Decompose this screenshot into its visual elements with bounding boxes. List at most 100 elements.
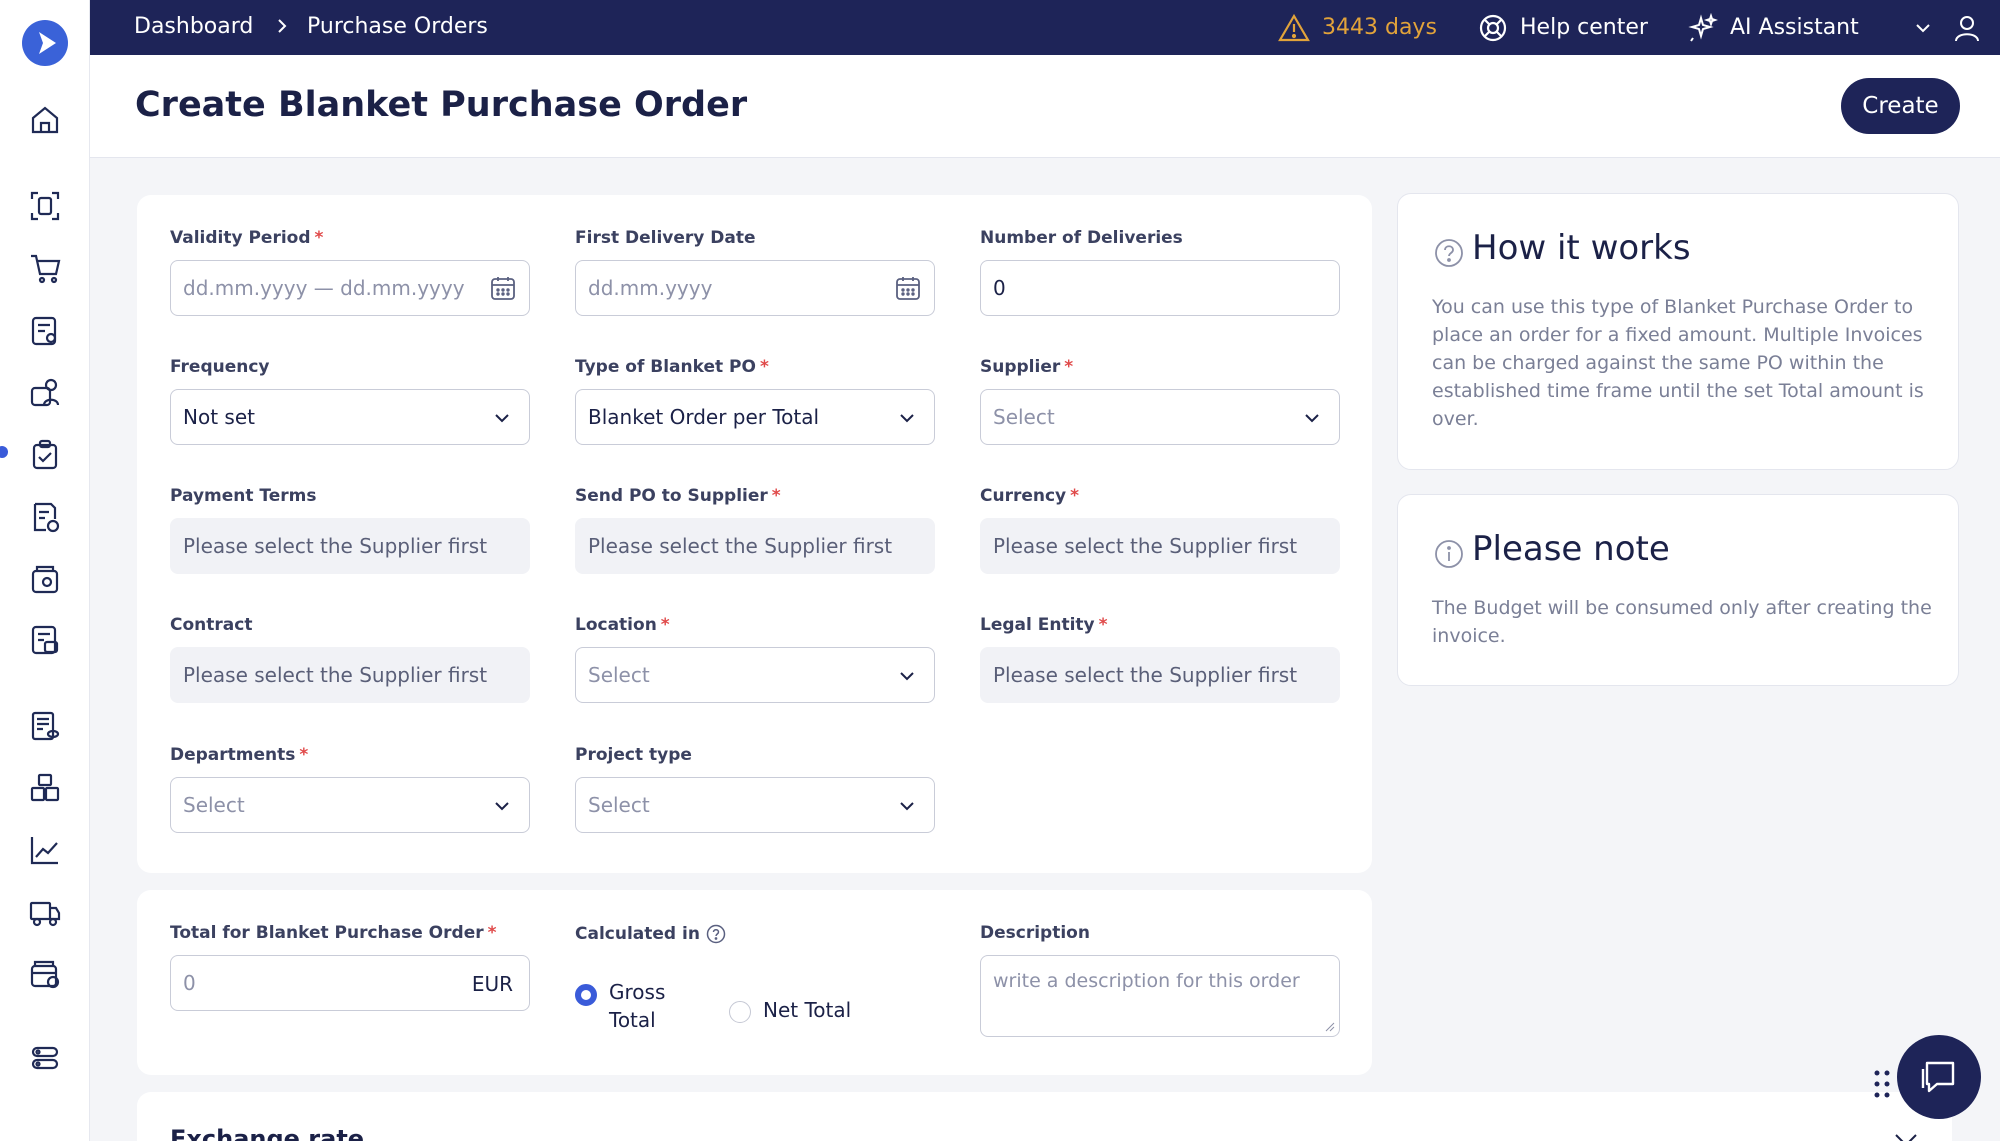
chevron-down-icon	[900, 672, 914, 681]
required-mark: *	[487, 923, 497, 943]
payments-icon[interactable]	[27, 622, 63, 658]
required-mark: *	[771, 486, 781, 506]
contract-input: Please select the Supplier first	[170, 647, 530, 703]
currency-code: EUR	[471, 972, 513, 996]
contract-label: Contract	[170, 615, 253, 635]
please-note-body: The Budget will be consumed only after c…	[1432, 597, 1932, 647]
location-select[interactable]: Select	[575, 647, 935, 703]
drag-handle-icon[interactable]	[1873, 1069, 1891, 1103]
user-menu[interactable]	[1914, 0, 1994, 55]
trial-warning[interactable]: 3443 days	[1278, 0, 1437, 55]
description-label: Description	[980, 923, 1090, 943]
exchange-rate-title: Exchange rate	[170, 1125, 365, 1141]
currency-value: Please select the Supplier first	[993, 534, 1298, 558]
send-po-label: Send PO to Supplier	[575, 486, 768, 506]
calculated-in-field: Calculated in Gross Total Net Total	[575, 923, 935, 1032]
currency-input: Please select the Supplier first	[980, 518, 1340, 574]
required-mark: *	[1098, 615, 1108, 635]
first-delivery-input[interactable]: dd.mm.yyyy	[575, 260, 935, 316]
send-po-input: Please select the Supplier first	[575, 518, 935, 574]
sidebar	[0, 0, 90, 1141]
archive-icon[interactable]	[27, 956, 63, 992]
breadcrumb-dashboard[interactable]: Dashboard	[134, 14, 253, 39]
chevron-down-icon	[1305, 414, 1319, 423]
sparkle-icon	[1688, 12, 1718, 42]
required-mark: *	[1070, 486, 1080, 506]
payment-terms-label: Payment Terms	[170, 486, 317, 506]
chevron-down-icon	[900, 802, 914, 811]
project-type-label: Project type	[575, 745, 692, 765]
help-circle-icon	[1435, 239, 1463, 267]
chat-button[interactable]	[1897, 1035, 1981, 1119]
project-type-select[interactable]: Select	[575, 777, 935, 833]
supplier-value: Select	[993, 405, 1055, 429]
legal-entity-label: Legal Entity	[980, 615, 1095, 635]
team-icon[interactable]	[27, 374, 63, 410]
analytics-icon[interactable]	[27, 832, 63, 868]
required-mark: *	[660, 615, 670, 635]
ledger-icon[interactable]	[27, 708, 63, 744]
required-mark: *	[759, 357, 769, 377]
requests-icon[interactable]	[27, 313, 63, 349]
days-left: 3443 days	[1322, 15, 1437, 40]
contract-field: Contract Please select the Supplier firs…	[170, 615, 530, 703]
calendar-icon	[491, 277, 515, 300]
required-mark: *	[299, 745, 309, 765]
blanket-type-select[interactable]: Blanket Order per Total	[575, 389, 935, 445]
legal-entity-value: Please select the Supplier first	[993, 663, 1298, 687]
blanket-type-field: Type of Blanket PO * Blanket Order per To…	[575, 357, 935, 445]
chevron-down-icon	[495, 414, 509, 423]
blanket-type-label: Type of Blanket PO	[575, 357, 756, 377]
help-circle-icon	[706, 924, 726, 944]
home-icon[interactable]	[27, 102, 63, 138]
description-placeholder: write a description for this order	[993, 970, 1300, 992]
help-center-link[interactable]: Help center	[1478, 0, 1648, 55]
chevron-right-icon	[272, 16, 292, 36]
net-total-radio[interactable]	[729, 1001, 751, 1023]
description-textarea[interactable]: write a description for this order	[980, 955, 1340, 1037]
totals-section: Total for Blanket Purchase Order * 0 EUR …	[137, 890, 1372, 1075]
app-logo[interactable]	[22, 20, 68, 66]
gross-total-radio[interactable]	[575, 984, 597, 1006]
warning-icon	[1278, 13, 1310, 41]
breadcrumb-current: Purchase Orders	[307, 14, 488, 39]
departments-select[interactable]: Select	[170, 777, 530, 833]
chevron-down-icon	[1916, 23, 1930, 32]
order-form: Validity Period * dd.mm.yyyy — dd.mm.yyyy…	[137, 195, 1372, 873]
total-value: 0	[183, 971, 196, 995]
contract-value: Please select the Supplier first	[183, 663, 488, 687]
settings-icon[interactable]	[27, 1040, 63, 1076]
supplier-label: Supplier	[980, 357, 1061, 377]
scan-icon[interactable]	[27, 188, 63, 224]
create-button[interactable]: Create	[1841, 78, 1960, 134]
validity-period-field: Validity Period * dd.mm.yyyy — dd.mm.yyyy	[170, 228, 530, 316]
exchange-rate-section[interactable]: Exchange rate	[137, 1092, 1952, 1141]
payment-terms-field: Payment Terms Please select the Supplier…	[170, 486, 530, 574]
ai-assistant-label: AI Assistant	[1730, 15, 1859, 40]
frequency-select[interactable]: Not set	[170, 389, 530, 445]
currency-field: Currency * Please select the Supplier fir…	[980, 486, 1340, 574]
project-type-value: Select	[588, 793, 650, 817]
total-input[interactable]: 0 EUR	[170, 955, 530, 1011]
supplier-select[interactable]: Select	[980, 389, 1340, 445]
chevron-down-icon	[1895, 1134, 1917, 1141]
help-center-label: Help center	[1520, 15, 1648, 40]
orders-icon[interactable]	[27, 437, 63, 473]
chat-icon	[1921, 1061, 1955, 1093]
invoice-icon[interactable]	[27, 499, 63, 535]
number-of-deliveries-input[interactable]: 0	[980, 260, 1340, 316]
payment-terms-value: Please select the Supplier first	[183, 534, 488, 558]
ai-assistant-button[interactable]: AI Assistant	[1688, 0, 1859, 55]
cart-icon[interactable]	[27, 250, 63, 286]
how-it-works-body: You can use this type of Blanket Purchas…	[1432, 296, 1924, 430]
wallet-icon[interactable]	[27, 561, 63, 597]
location-value: Select	[588, 663, 650, 687]
delivery-icon[interactable]	[27, 894, 63, 930]
departments-field: Departments * Select	[170, 745, 530, 833]
validity-period-placeholder: dd.mm.yyyy — dd.mm.yyyy	[183, 276, 465, 300]
validity-period-input[interactable]: dd.mm.yyyy — dd.mm.yyyy	[170, 260, 530, 316]
net-total-label: Net Total	[763, 998, 852, 1022]
boxes-icon[interactable]	[27, 770, 63, 806]
total-field: Total for Blanket Purchase Order * 0 EUR	[170, 923, 530, 1011]
required-mark: *	[314, 228, 324, 248]
